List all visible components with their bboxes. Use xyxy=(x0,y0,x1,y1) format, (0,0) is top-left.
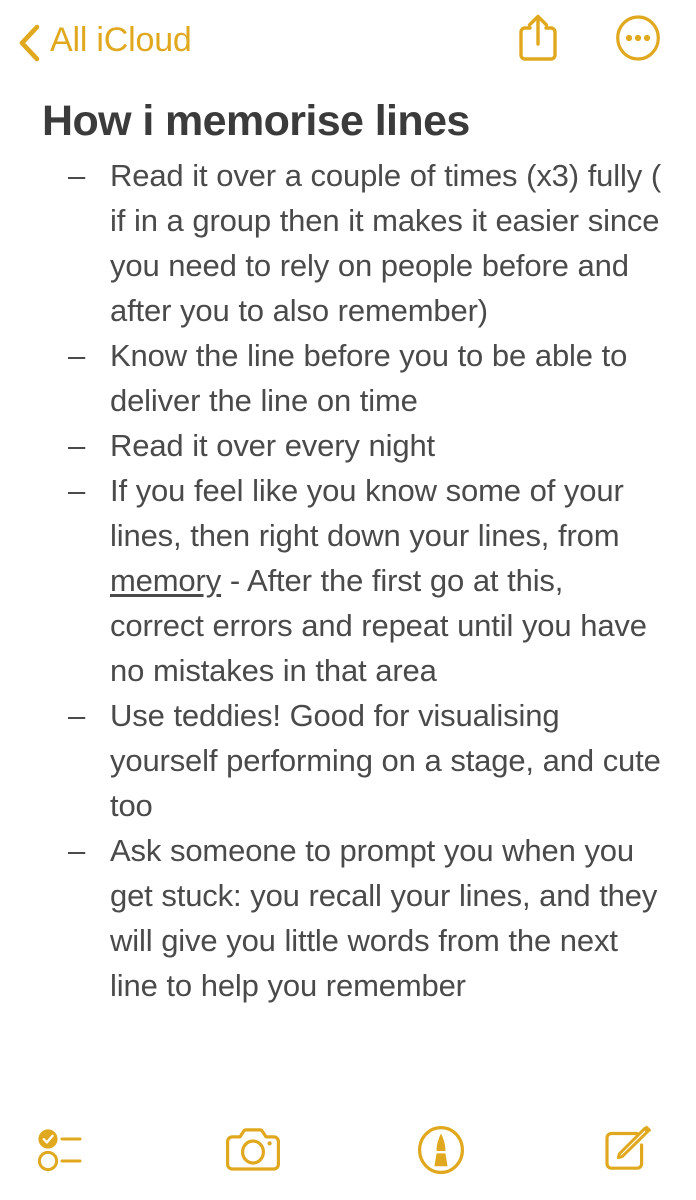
chevron-left-icon xyxy=(16,23,42,62)
camera-icon xyxy=(222,1125,284,1180)
underlined-word-memory: memory xyxy=(110,562,222,598)
list-item[interactable]: – Know the line before you to be able to… xyxy=(0,333,672,423)
markup-pen-icon xyxy=(414,1123,468,1182)
checklist-icon xyxy=(36,1125,96,1180)
more-circle-icon xyxy=(615,14,661,66)
back-button[interactable]: All iCloud xyxy=(10,19,198,62)
list-item[interactable]: – Read it over a couple of times (x3) fu… xyxy=(0,153,672,333)
list-item-text: If you feel like you know some of your l… xyxy=(110,468,672,693)
compose-icon xyxy=(600,1123,656,1182)
share-icon xyxy=(517,13,559,68)
back-button-label: All iCloud xyxy=(50,21,192,59)
list-item-text-before: If you feel like you know some of your l… xyxy=(110,472,624,553)
list-item-text: Use teddies! Good for visualising yourse… xyxy=(110,697,661,823)
list-item-text: Read it over a couple of times (x3) full… xyxy=(110,157,662,328)
bullet-marker: – xyxy=(68,337,86,373)
bullet-marker: – xyxy=(68,697,86,733)
checklist-button[interactable] xyxy=(26,1121,106,1183)
list-item-text: Know the line before you to be able to d… xyxy=(110,337,628,418)
share-button[interactable] xyxy=(512,12,564,68)
bullet-marker: – xyxy=(68,157,86,193)
bottom-toolbar xyxy=(0,1108,696,1200)
more-options-button[interactable] xyxy=(612,12,664,68)
markup-button[interactable] xyxy=(401,1121,481,1183)
bullet-marker: – xyxy=(68,832,86,868)
list-item-text: Read it over every night xyxy=(110,427,435,463)
notes-note-screen: All iCloud How i memorise lines – Read i… xyxy=(0,0,696,1200)
compose-button[interactable] xyxy=(588,1121,668,1183)
list-item[interactable]: – If you feel like you know some of your… xyxy=(0,468,672,693)
navigation-bar: All iCloud xyxy=(0,0,696,80)
bullet-marker: – xyxy=(68,472,86,508)
list-item[interactable]: – Read it over every night xyxy=(0,423,672,468)
bullet-marker: – xyxy=(68,427,86,463)
list-item[interactable]: – Ask someone to prompt you when you get… xyxy=(0,828,672,1008)
navbar-actions xyxy=(512,12,672,68)
note-content-area[interactable]: How i memorise lines – Read it over a co… xyxy=(0,80,696,1108)
camera-button[interactable] xyxy=(213,1121,293,1183)
list-item-text: Ask someone to prompt you when you get s… xyxy=(110,832,658,1003)
note-title[interactable]: How i memorise lines xyxy=(42,96,696,147)
note-bullet-list: – Read it over a couple of times (x3) fu… xyxy=(0,153,696,1008)
list-item[interactable]: – Use teddies! Good for visualising your… xyxy=(0,693,672,828)
